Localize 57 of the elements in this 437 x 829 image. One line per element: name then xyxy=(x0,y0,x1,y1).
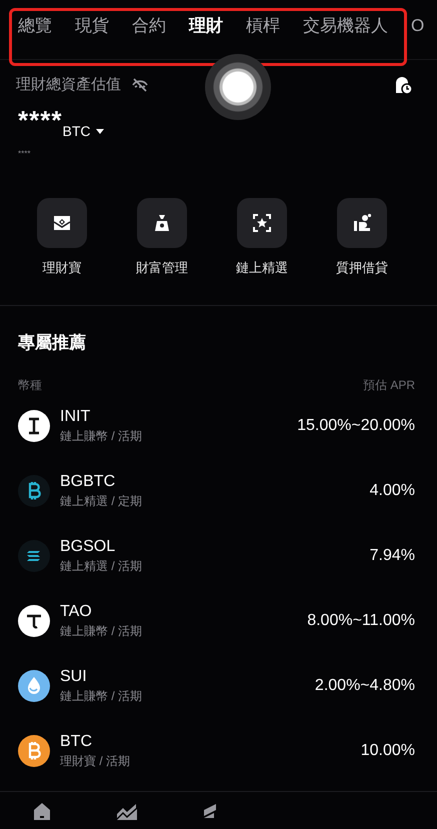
hidden-eye-icon xyxy=(131,78,149,92)
tab[interactable]: 總覽 xyxy=(18,14,52,38)
tab[interactable]: 現貨 xyxy=(75,14,109,38)
column-header: 預估 APR xyxy=(362,376,415,394)
product-row[interactable]: TAO 鏈上賺幣 / 活期 8.00%~11.00% xyxy=(0,588,437,654)
coin-name: INIT xyxy=(60,407,92,427)
tab[interactable]: 交易機器人 xyxy=(303,14,388,38)
shortcut-label: 鏈上精選 xyxy=(236,258,288,276)
product-row[interactable]: BGBTC 鏈上精選 / 定期 4.00% xyxy=(0,458,437,524)
coin-name: BGBTC xyxy=(60,472,116,492)
tab[interactable]: 合約 xyxy=(132,14,166,38)
product-type: 鏈上精選 / 定期 xyxy=(60,493,142,510)
currency-selector[interactable]: BTC xyxy=(62,120,104,142)
apr-value: 4.00% xyxy=(370,481,415,501)
asset-label: 理財總資產估值 xyxy=(16,75,121,95)
home-icon[interactable] xyxy=(32,800,52,820)
shortcut-tile[interactable] xyxy=(237,198,287,248)
shortcut-label: 理財寶 xyxy=(42,258,82,276)
tab[interactable]: 理財 xyxy=(189,14,223,38)
product-row[interactable]: BTC 理財寶 / 活期 10.00% xyxy=(0,718,437,784)
product-type: 鏈上賺幣 / 活期 xyxy=(60,623,142,640)
coin-name: BTC xyxy=(60,732,93,752)
apr-value: 15.00%~20.00% xyxy=(297,416,415,436)
caret-icon xyxy=(96,128,104,134)
product-type: 鏈上賺幣 / 活期 xyxy=(60,428,142,445)
history-icon xyxy=(393,75,413,96)
apr-value: 8.00%~11.00% xyxy=(307,611,415,631)
shortcut-label: 質押借貸 xyxy=(336,258,388,276)
apr-value: 7.94% xyxy=(370,546,415,566)
bitcoin-icon xyxy=(18,475,50,507)
shortcut-label: 財富管理 xyxy=(136,258,188,276)
product-type: 鏈上精選 / 活期 xyxy=(60,558,142,575)
product-type: 理財寶 / 活期 xyxy=(60,753,130,770)
init-coin-icon xyxy=(18,410,50,442)
shortcut-tile[interactable] xyxy=(137,198,187,248)
product-row[interactable]: SUI 鏈上賺幣 / 活期 2.00%~4.80% xyxy=(0,654,437,718)
product-type: 鏈上賺幣 / 活期 xyxy=(60,688,142,705)
tao-coin-icon xyxy=(18,605,50,637)
column-header: 幣種 xyxy=(18,376,42,394)
coin-name: BGSOL xyxy=(60,537,116,557)
bitcoin-icon xyxy=(18,735,50,767)
tab[interactable]: 槓桿 xyxy=(246,14,280,38)
product-row[interactable]: BGSOL 鏈上精選 / 活期 7.94% xyxy=(0,524,437,588)
apr-value: 2.00%~4.80% xyxy=(314,676,415,696)
shortcut-tile[interactable] xyxy=(37,198,87,248)
chart-icon[interactable] xyxy=(116,802,138,820)
water-drop-icon xyxy=(18,670,50,702)
coin-name: SUI xyxy=(60,667,88,687)
balance-value: **** xyxy=(18,106,62,132)
coin-name: TAO xyxy=(60,602,93,622)
sub-value: **** xyxy=(17,148,32,160)
shortcut-tile[interactable] xyxy=(337,198,387,248)
solana-icon xyxy=(18,540,50,572)
section-title: 專屬推薦 xyxy=(17,332,87,354)
apr-value: 10.00% xyxy=(360,741,415,761)
product-row[interactable]: INIT 鏈上賺幣 / 活期 15.00%~20.00% xyxy=(0,394,437,458)
tab[interactable]: O xyxy=(411,14,424,38)
